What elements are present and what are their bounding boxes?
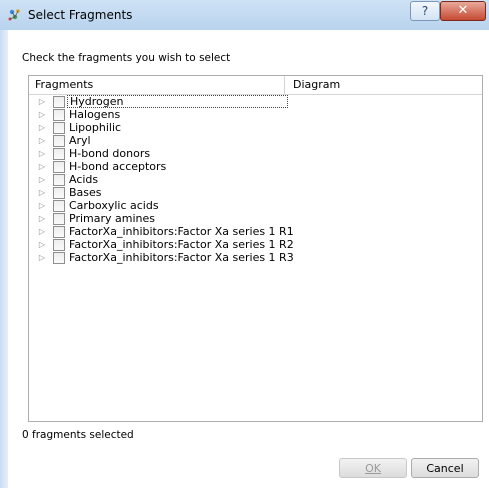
expand-arrow-icon[interactable]: ▷ bbox=[37, 147, 47, 160]
fragment-label: Acids bbox=[69, 173, 99, 186]
tree-row[interactable]: ▷ FactorXa_inhibitors:Factor Xa series 1 … bbox=[29, 225, 482, 238]
ok-button[interactable]: OK bbox=[339, 458, 407, 478]
tree-rows: ▷ Hydrogen ▷ Halogens ▷ Lipophilic ▷ Aryl ▷ H-bon… bbox=[29, 95, 482, 264]
tree-header: Fragments Diagram bbox=[29, 76, 482, 95]
tree-row[interactable]: ▷ Aryl bbox=[29, 134, 482, 147]
fragment-checkbox[interactable] bbox=[53, 239, 65, 251]
expand-arrow-icon[interactable]: ▷ bbox=[37, 199, 47, 212]
tree-row[interactable]: ▷ H-bond acceptors bbox=[29, 160, 482, 173]
expand-arrow-icon[interactable]: ▷ bbox=[37, 238, 47, 251]
expand-arrow-icon[interactable]: ▷ bbox=[37, 225, 47, 238]
tree-row[interactable]: ▷ Hydrogen bbox=[29, 95, 482, 108]
expand-arrow-icon[interactable]: ▷ bbox=[37, 108, 47, 121]
fragment-checkbox[interactable] bbox=[53, 96, 65, 108]
fragments-tree[interactable]: Fragments Diagram ▷ Hydrogen ▷ Halogens ▷ Lip… bbox=[28, 75, 483, 422]
expand-arrow-icon[interactable]: ▷ bbox=[37, 212, 47, 225]
fragment-label: Aryl bbox=[69, 134, 91, 147]
fragment-checkbox[interactable] bbox=[53, 174, 65, 186]
column-header-fragments[interactable]: Fragments bbox=[29, 76, 285, 94]
close-button[interactable]: ✕ bbox=[440, 1, 486, 21]
fragment-label: Lipophilic bbox=[69, 121, 122, 134]
window-frame-edge bbox=[0, 30, 8, 488]
expand-arrow-icon[interactable]: ▷ bbox=[37, 173, 47, 186]
fragment-checkbox[interactable] bbox=[53, 122, 65, 134]
selection-status: 0 fragments selected bbox=[22, 429, 134, 441]
fragment-checkbox[interactable] bbox=[53, 200, 65, 212]
fragment-checkbox[interactable] bbox=[53, 187, 65, 199]
expand-arrow-icon[interactable]: ▷ bbox=[37, 95, 47, 108]
tree-row[interactable]: ▷ FactorXa_inhibitors:Factor Xa series 1 … bbox=[29, 238, 482, 251]
tree-row[interactable]: ▷ Acids bbox=[29, 173, 482, 186]
fragment-label: FactorXa_inhibitors:Factor Xa series 1 R… bbox=[69, 225, 294, 238]
instruction-text: Check the fragments you wish to select bbox=[22, 52, 231, 64]
fragment-checkbox[interactable] bbox=[53, 213, 65, 225]
tree-row[interactable]: ▷ FactorXa_inhibitors:Factor Xa series 1 … bbox=[29, 251, 482, 264]
tree-row[interactable]: ▷ Primary amines bbox=[29, 212, 482, 225]
expand-arrow-icon[interactable]: ▷ bbox=[37, 134, 47, 147]
cancel-button[interactable]: Cancel bbox=[411, 458, 479, 478]
expand-arrow-icon[interactable]: ▷ bbox=[37, 186, 47, 199]
tree-row[interactable]: ▷ Halogens bbox=[29, 108, 482, 121]
expand-arrow-icon[interactable]: ▷ bbox=[37, 121, 47, 134]
fragment-checkbox[interactable] bbox=[53, 109, 65, 121]
fragment-checkbox[interactable] bbox=[53, 226, 65, 238]
expand-arrow-icon[interactable]: ▷ bbox=[37, 160, 47, 173]
help-button[interactable]: ? bbox=[410, 1, 440, 21]
fragments-icon bbox=[8, 9, 20, 21]
fragment-label: Bases bbox=[69, 186, 102, 199]
expand-arrow-icon[interactable]: ▷ bbox=[37, 251, 47, 264]
fragment-checkbox[interactable] bbox=[53, 148, 65, 160]
title-bar[interactable]: Select Fragments ? ✕ bbox=[0, 0, 489, 31]
fragment-label: FactorXa_inhibitors:Factor Xa series 1 R… bbox=[69, 238, 294, 251]
tree-row[interactable]: ▷ Lipophilic bbox=[29, 121, 482, 134]
fragment-label: H-bond donors bbox=[69, 147, 151, 160]
fragment-label: Primary amines bbox=[69, 212, 155, 225]
window-title: Select Fragments bbox=[28, 8, 133, 22]
fragment-label: H-bond acceptors bbox=[69, 160, 167, 173]
tree-row[interactable]: ▷ Bases bbox=[29, 186, 482, 199]
ok-button-label: OK bbox=[365, 462, 381, 475]
cancel-button-label: Cancel bbox=[426, 462, 464, 475]
fragment-label: FactorXa_inhibitors:Factor Xa series 1 R… bbox=[69, 251, 294, 264]
tree-row[interactable]: ▷ H-bond donors bbox=[29, 147, 482, 160]
fragment-checkbox[interactable] bbox=[53, 161, 65, 173]
fragment-label: Halogens bbox=[69, 108, 121, 121]
tree-row[interactable]: ▷ Carboxylic acids bbox=[29, 199, 482, 212]
fragment-checkbox[interactable] bbox=[53, 252, 65, 264]
fragment-label: Carboxylic acids bbox=[69, 199, 159, 212]
fragment-checkbox[interactable] bbox=[53, 135, 65, 147]
fragment-label: Hydrogen bbox=[67, 95, 288, 108]
column-header-diagram[interactable]: Diagram bbox=[287, 76, 482, 94]
